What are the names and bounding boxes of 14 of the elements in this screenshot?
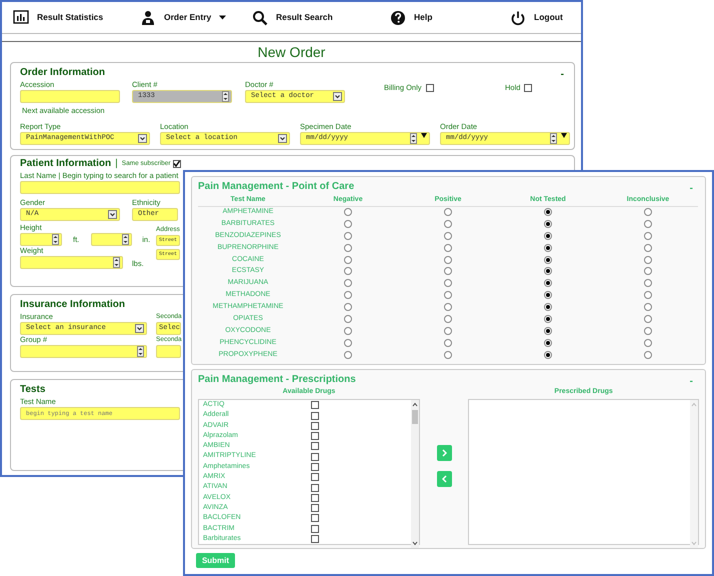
section-title: Order Information (20, 66, 106, 80)
panel-title: Pain Management - Point of Care (198, 180, 354, 194)
separator: | (115, 157, 118, 171)
section-title: Tests (20, 383, 46, 397)
nav-link[interactable]: Logout (510, 10, 581, 26)
nav-link[interactable]: Result Statistics (13, 10, 140, 26)
nav-link[interactable]: Result Search (252, 10, 390, 26)
nav-link[interactable]: Help (390, 10, 510, 26)
page-title: New Order (256, 43, 326, 61)
section-title: Insurance Information (20, 298, 126, 312)
panel-title: Pain Management - Prescriptions (198, 372, 356, 387)
nav-link[interactable]: Order Entry (140, 10, 252, 26)
section-title: Patient Information (20, 156, 112, 170)
collapse-toggle[interactable]: - (560, 67, 564, 82)
